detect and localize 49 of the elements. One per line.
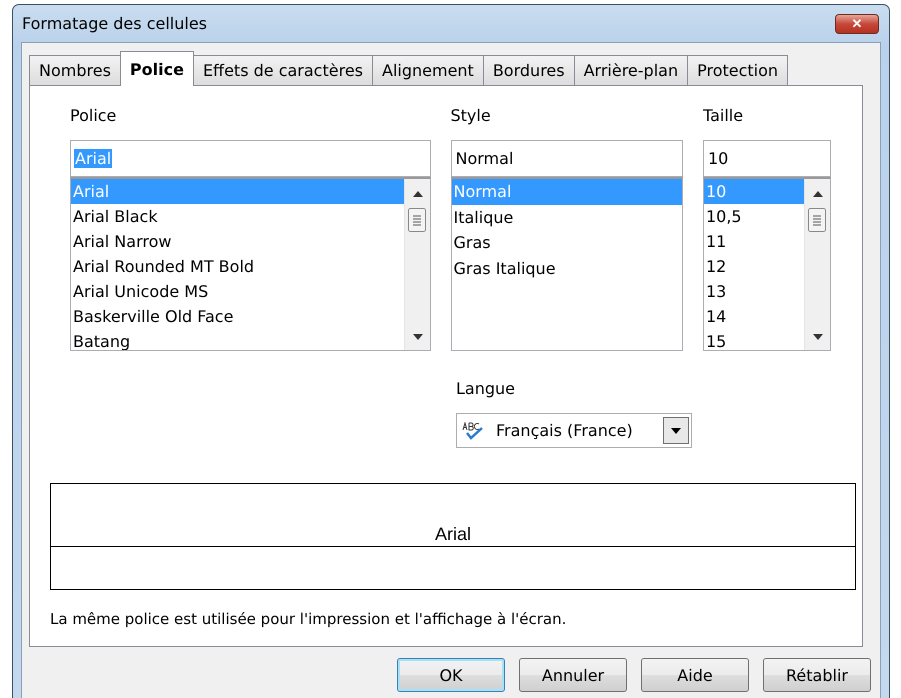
field-value: Normal	[454, 149, 514, 168]
list-box[interactable]: Normal Italique Gras Gras Italique	[450, 177, 683, 351]
language-dropdown[interactable]: Français (France)	[456, 413, 692, 448]
field-label: Style	[450, 106, 492, 127]
close-button[interactable]: ✕	[835, 14, 879, 34]
info-text: La même police est utilisée pour l'impression et l'affichage à l'écran.	[50, 610, 568, 628]
scrollbar-thumb[interactable]	[808, 208, 826, 232]
list-box[interactable]: Arial Arial Black Arial Narrow Arial Rounded MT Bold Arial Unicode MS Baskerville Old Face Batang	[70, 177, 430, 351]
scroll-up-icon[interactable]	[813, 191, 823, 197]
field-label: Taille	[702, 106, 744, 127]
dialog-button[interactable]: Rétablir	[763, 658, 871, 692]
list-item[interactable]: Batang	[71, 329, 404, 350]
scroll-up-icon[interactable]	[412, 191, 422, 197]
tab[interactable]: Nombres	[29, 55, 121, 86]
list-item[interactable]: Gras Italique	[452, 256, 682, 282]
field-value: Arial	[74, 149, 112, 168]
dialog-button[interactable]: Aide	[641, 658, 749, 692]
tab[interactable]: Bordures	[482, 55, 575, 86]
tab[interactable]: Effets de caractères	[192, 55, 373, 86]
list-item[interactable]: 15	[704, 329, 804, 350]
window-title: Formatage des cellules	[21, 14, 207, 33]
list-item[interactable]: Arial Black	[71, 204, 404, 229]
tab[interactable]: Police	[120, 51, 194, 86]
list-item[interactable]: 13	[704, 279, 804, 304]
scroll-down-icon[interactable]	[813, 334, 823, 340]
list-item[interactable]: Arial Unicode MS	[71, 279, 404, 304]
field-value: 10	[706, 149, 730, 168]
list-item[interactable]: 11	[704, 229, 804, 254]
list-item[interactable]: 10,5	[704, 204, 804, 229]
list-item[interactable]: Baskerville Old Face	[71, 304, 404, 329]
list-item[interactable]: Arial Narrow	[71, 229, 404, 254]
dropdown-value: Français (France)	[495, 421, 634, 440]
list-item[interactable]: 12	[704, 254, 804, 279]
tab[interactable]: Alignement	[372, 55, 484, 86]
list-item[interactable]: 14	[704, 304, 804, 329]
tab[interactable]: Protection	[687, 55, 788, 86]
scroll-down-icon[interactable]	[412, 334, 422, 340]
field-label: Police	[70, 106, 118, 127]
dialog-button[interactable]: OK	[397, 658, 505, 692]
list-item[interactable]: Italique	[452, 204, 682, 230]
list-item[interactable]: Arial Rounded MT Bold	[71, 254, 404, 279]
scrollbar-thumb[interactable]	[408, 208, 426, 232]
list-item[interactable]: Gras	[452, 230, 682, 256]
text-field[interactable]: 10	[702, 140, 831, 177]
list-box[interactable]: 10 10,5 11 12 13 14 15	[702, 177, 831, 351]
field-label: Langue	[456, 379, 516, 400]
tab[interactable]: Arrière-plan	[574, 55, 688, 86]
text-field[interactable]: Normal	[450, 140, 683, 177]
dialog-button[interactable]: Annuler	[519, 658, 627, 692]
